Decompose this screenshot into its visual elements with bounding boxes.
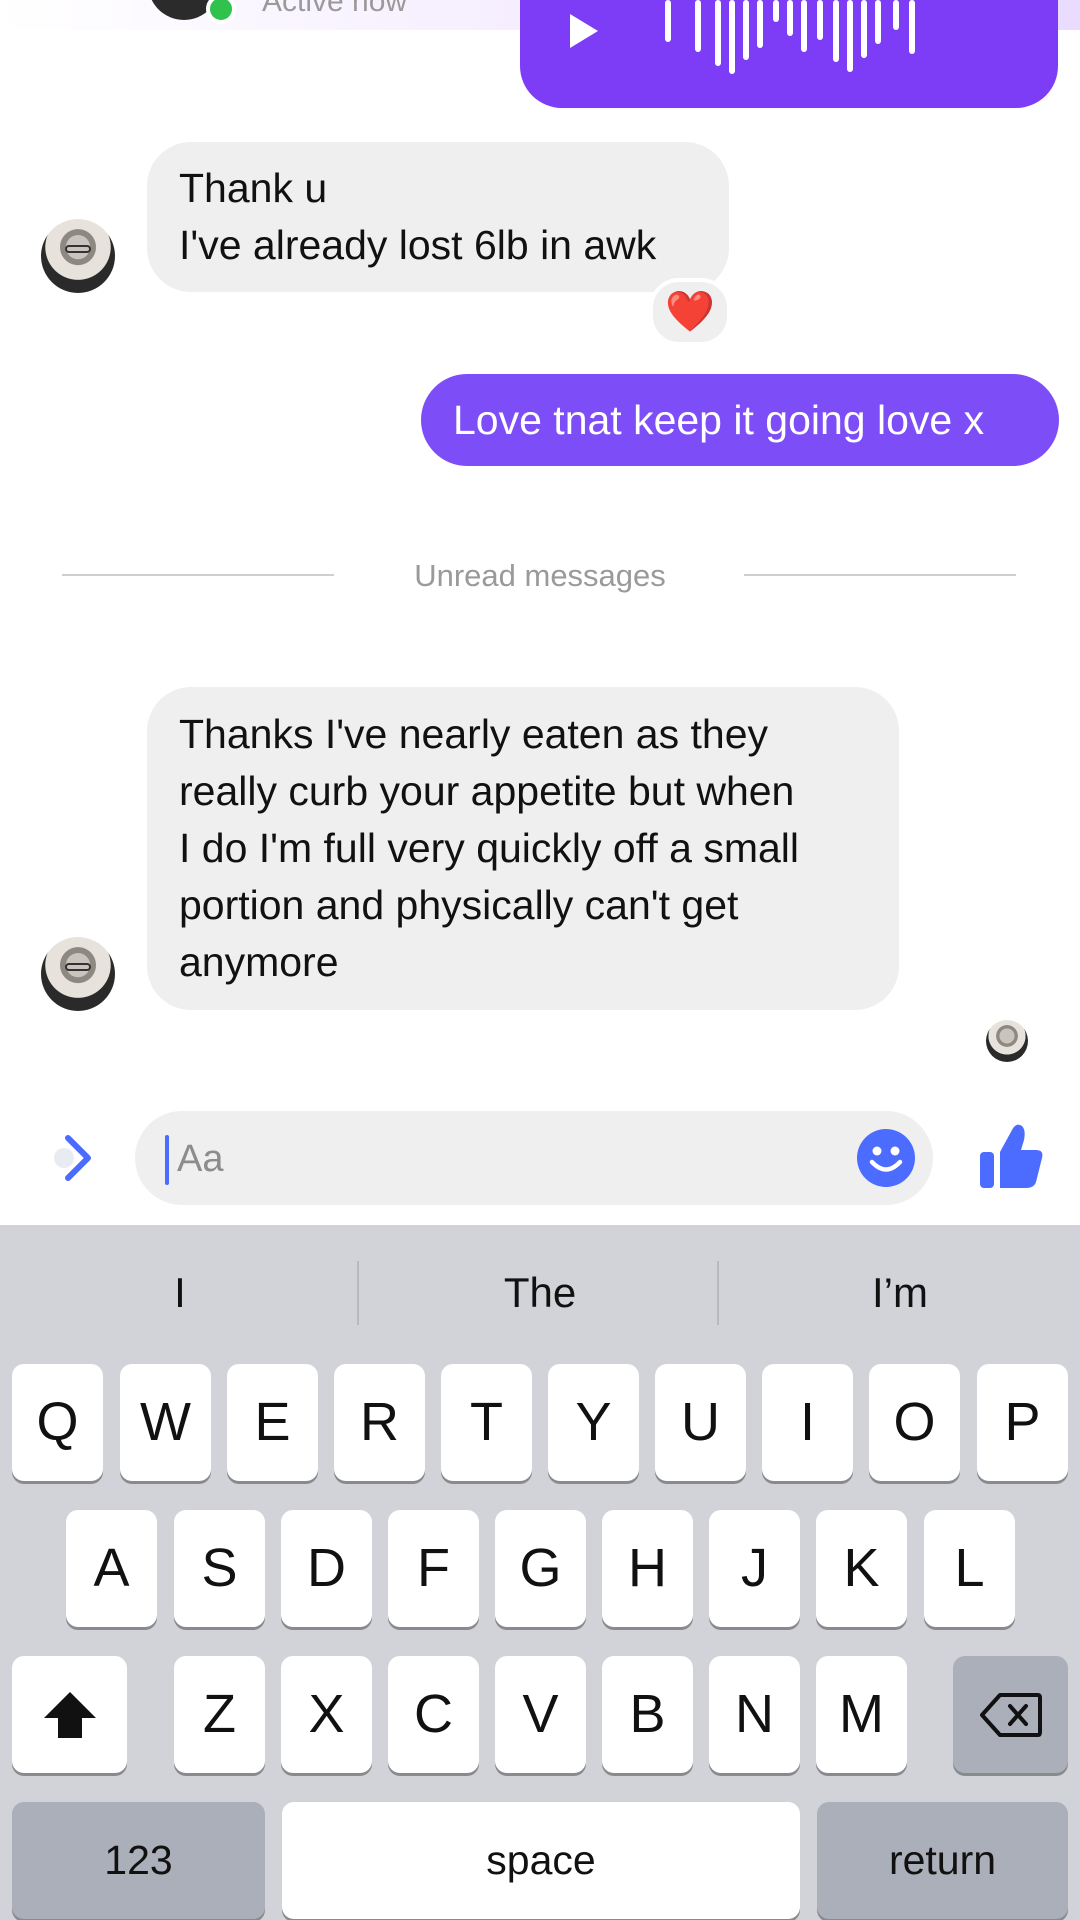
key-d[interactable]: D: [281, 1510, 372, 1627]
shift-key[interactable]: [12, 1656, 127, 1773]
key-f[interactable]: F: [388, 1510, 479, 1627]
key-l[interactable]: L: [924, 1510, 1015, 1627]
suggestion-1[interactable]: I: [15, 1253, 345, 1333]
key-g[interactable]: G: [495, 1510, 586, 1627]
return-key[interactable]: return: [817, 1802, 1068, 1919]
key-b[interactable]: B: [602, 1656, 693, 1773]
on-screen-keyboard: I The I’m Q W E R T Y U I O P A S D F G …: [0, 1225, 1080, 1920]
key-n[interactable]: N: [709, 1656, 800, 1773]
key-p[interactable]: P: [977, 1364, 1068, 1481]
message-composer[interactable]: [135, 1111, 933, 1205]
suggestion-2[interactable]: The: [375, 1253, 705, 1333]
play-icon[interactable]: [570, 14, 598, 48]
text-cursor: [165, 1135, 169, 1185]
outgoing-message-bubble[interactable]: Love tnat keep it going love x: [421, 374, 1059, 466]
incoming-message-bubble[interactable]: Thank u I've already lost 6lb in awk: [147, 142, 729, 292]
emoji-icon[interactable]: [857, 1129, 915, 1187]
key-w[interactable]: W: [120, 1364, 211, 1481]
message-line: I do I'm full very quickly off a small: [179, 825, 800, 871]
message-line: I've already lost 6lb in awk: [179, 222, 657, 268]
expand-actions-chevron-icon[interactable]: [50, 1130, 100, 1186]
numbers-key[interactable]: 123: [12, 1802, 265, 1919]
space-key[interactable]: space: [282, 1802, 800, 1919]
divider-line-left: [62, 574, 334, 576]
key-r[interactable]: R: [334, 1364, 425, 1481]
key-u[interactable]: U: [655, 1364, 746, 1481]
message-line: really curb your appetite but when: [179, 768, 795, 814]
message-input[interactable]: [175, 1129, 739, 1189]
heart-reaction[interactable]: ❤️: [649, 278, 731, 346]
thumbs-up-icon[interactable]: [978, 1122, 1044, 1190]
key-m[interactable]: M: [816, 1656, 907, 1773]
incoming-message-bubble[interactable]: Thanks I've nearly eaten as they really …: [147, 687, 899, 1010]
key-v[interactable]: V: [495, 1656, 586, 1773]
message-line: Thank u: [179, 165, 328, 211]
divider-line-right: [744, 574, 1016, 576]
key-a[interactable]: A: [66, 1510, 157, 1627]
suggestion-3[interactable]: I’m: [735, 1253, 1065, 1333]
active-status-text: Active now: [262, 0, 408, 18]
sender-avatar[interactable]: [41, 219, 115, 293]
key-j[interactable]: J: [709, 1510, 800, 1627]
sender-avatar[interactable]: [41, 937, 115, 1011]
message-line: portion and physically can't get: [179, 882, 739, 928]
backspace-icon: [979, 1693, 1042, 1737]
key-t[interactable]: T: [441, 1364, 532, 1481]
unread-messages-divider: Unread messages: [414, 558, 666, 593]
backspace-key[interactable]: [953, 1656, 1068, 1773]
key-h[interactable]: H: [602, 1510, 693, 1627]
key-x[interactable]: X: [281, 1656, 372, 1773]
key-k[interactable]: K: [816, 1510, 907, 1627]
suggestion-separator: [717, 1261, 719, 1325]
key-q[interactable]: Q: [12, 1364, 103, 1481]
audio-message-bubble[interactable]: [520, 0, 1058, 108]
message-line: Thanks I've nearly eaten as they: [179, 711, 768, 757]
key-o[interactable]: O: [869, 1364, 960, 1481]
message-text: Love tnat keep it going love x: [453, 397, 985, 443]
shift-arrow-icon: [43, 1692, 96, 1738]
key-z[interactable]: Z: [174, 1656, 265, 1773]
message-line: anymore: [179, 939, 339, 985]
key-e[interactable]: E: [227, 1364, 318, 1481]
suggestion-separator: [357, 1261, 359, 1325]
read-receipt-avatar: [986, 1020, 1028, 1062]
key-y[interactable]: Y: [548, 1364, 639, 1481]
key-c[interactable]: C: [388, 1656, 479, 1773]
key-i[interactable]: I: [762, 1364, 853, 1481]
key-s[interactable]: S: [174, 1510, 265, 1627]
